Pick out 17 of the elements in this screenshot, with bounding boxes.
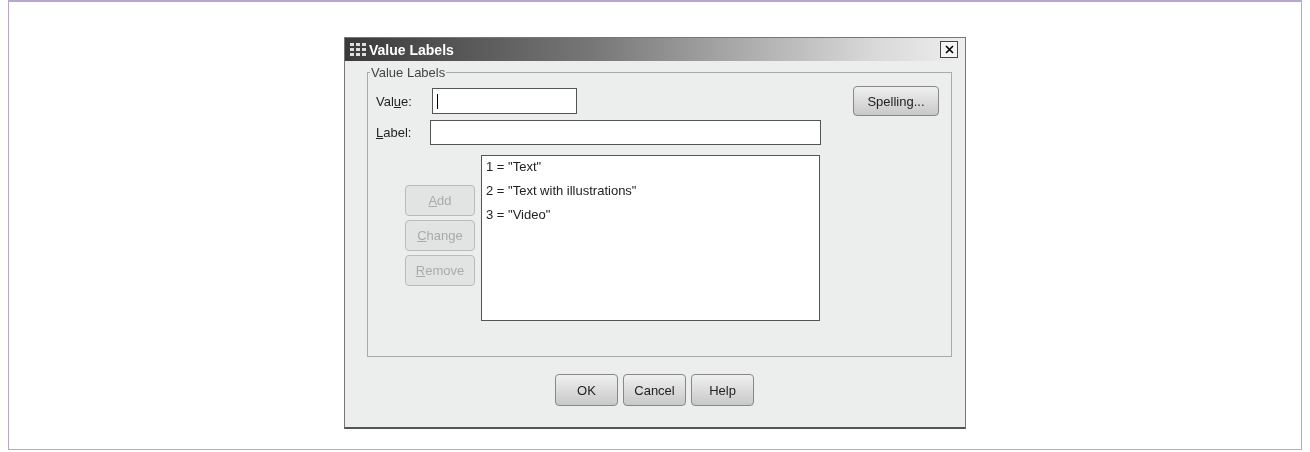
cancel-button[interactable]: Cancel	[623, 374, 686, 406]
field-label: Value:	[376, 93, 413, 109]
ok-button[interactable]: OK	[555, 374, 618, 406]
list-item[interactable]: 3 = "Video"	[486, 207, 815, 231]
spelling-button[interactable]: Spelling...	[853, 86, 939, 116]
field-label: Label:	[376, 125, 413, 140]
label-field[interactable]	[430, 120, 821, 145]
group-title: Value Labels	[370, 65, 447, 80]
text-cursor	[437, 94, 438, 109]
value-field[interactable]	[432, 88, 577, 114]
list-item[interactable]: 2 = "Text with illustrations"	[486, 183, 815, 207]
window-title: Value Labels	[369, 41, 455, 58]
help-button[interactable]: Help	[691, 374, 754, 406]
close-icon	[944, 45, 954, 54]
close-button[interactable]	[940, 41, 958, 58]
grid-icon	[349, 41, 367, 58]
list-item[interactable]: 1 = "Text"	[486, 159, 815, 183]
